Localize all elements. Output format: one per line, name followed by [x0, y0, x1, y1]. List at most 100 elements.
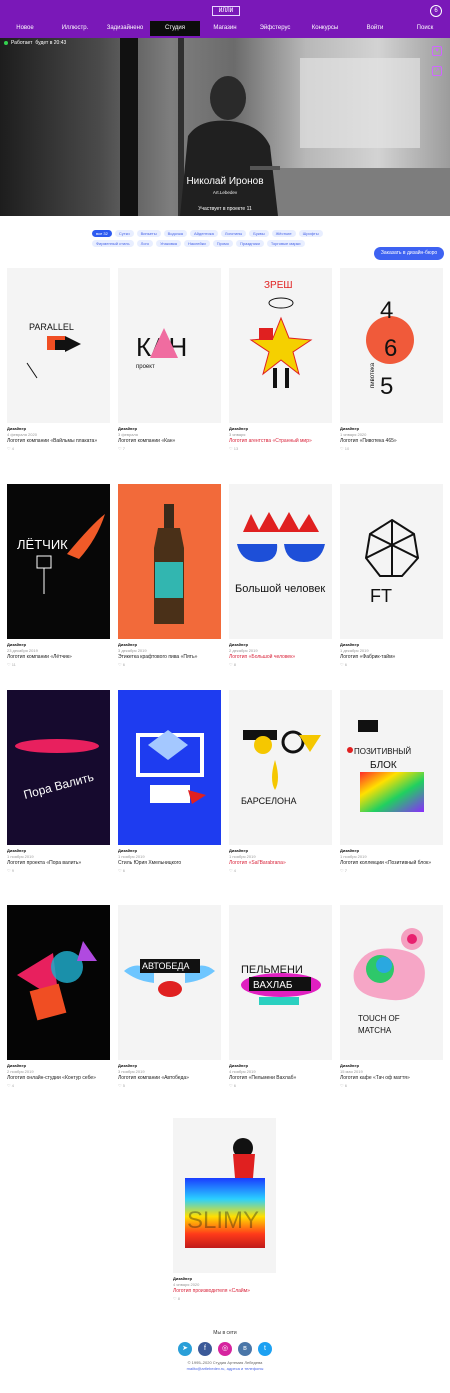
nav-login[interactable]: Войти — [350, 21, 400, 36]
portfolio-card[interactable]: Пора Валить Дизайнер 1 ноября 2019 Логот… — [7, 690, 110, 873]
portfolio-card[interactable]: ЛЁТЧИК Дизайнер 23 декабря 2019 Логотип … — [7, 484, 110, 667]
heart-icon[interactable]: ♡ — [173, 1296, 177, 1301]
tag-item[interactable]: Сутки — [114, 230, 134, 237]
card-image: FT — [340, 484, 443, 639]
request-design-button[interactable]: Заказать в дизайн-бюро — [374, 247, 444, 260]
heart-icon[interactable]: ♡ — [229, 1083, 233, 1088]
card-title[interactable]: Логотип «Большой человек» — [229, 654, 332, 660]
tag-item[interactable]: Торговые марки — [266, 240, 305, 247]
nav-eifsterus[interactable]: Эйфстерус — [250, 21, 300, 36]
art-text: FT — [370, 586, 392, 606]
card-image — [7, 905, 110, 1060]
art-text: БАРСЕЛОНА — [241, 796, 297, 806]
heart-icon[interactable]: ♡ — [7, 662, 11, 667]
portfolio-card[interactable]: Дизайнер 3 декабря 2019 Этикетка крафтов… — [118, 484, 221, 667]
card-title[interactable]: Логотип онлайн-студии «Контур себе» — [7, 1075, 110, 1081]
contact-link[interactable]: mailto@artlebedev.ru, адреса и телефоны — [0, 1366, 450, 1371]
heart-icon[interactable]: ♡ — [118, 662, 122, 667]
tag-item[interactable]: Айдентика — [190, 230, 218, 237]
tag-item[interactable]: Шрифты — [298, 230, 323, 237]
portfolio-card[interactable]: АВТОБЕДА Дизайнер 3 ноября 2019 Логотип … — [118, 905, 221, 1088]
card-title[interactable]: Логотип коллекции «Позитивный блок» — [340, 860, 443, 866]
nav-new[interactable]: Новое — [0, 21, 50, 36]
card-category: Дизайнер — [229, 426, 249, 431]
card-date: 3 декабря 2019 — [118, 648, 147, 653]
portfolio-card[interactable]: TOUCH OF MATCHA Дизайнер 15 мая 2019 Лог… — [340, 905, 443, 1088]
tag-item[interactable]: Упаковка — [156, 240, 182, 247]
portfolio-card[interactable]: ПОЗИТИВНЫЙ БЛОК Дизайнер 1 ноября 2019 Л… — [340, 690, 443, 873]
tag-item[interactable]: Логотипы — [220, 230, 247, 237]
instagram-icon[interactable]: ◎ — [218, 1342, 232, 1356]
heart-icon[interactable]: ♡ — [340, 1083, 344, 1088]
card-title[interactable]: Логотип кафе «Тач оф маття» — [340, 1075, 443, 1081]
heart-icon[interactable]: ♥ — [432, 46, 442, 56]
heart-icon[interactable]: ♡ — [118, 446, 122, 451]
heart-icon[interactable]: ♡ — [118, 1083, 122, 1088]
heart-icon[interactable]: ♡ — [118, 868, 122, 873]
card-title[interactable]: Этикетка крафтового пива «Пять» — [118, 654, 221, 660]
heart-icon[interactable]: ♡ — [7, 1083, 11, 1088]
tag-all[interactable]: все 32 — [92, 230, 112, 237]
portfolio-card[interactable]: ЗРЕШ Дизайнер 3 января Логотип агентства… — [229, 268, 332, 451]
heart-icon[interactable]: ♡ — [340, 868, 344, 873]
heart-icon[interactable]: ♡ — [229, 662, 233, 667]
like-count: 8 — [177, 1296, 180, 1301]
tag-item[interactable]: Водочка — [163, 230, 188, 237]
notifications-icon[interactable]: 6 — [430, 5, 442, 17]
twitter-icon[interactable]: t — [258, 1342, 272, 1356]
nav-contests[interactable]: Конкурсы — [300, 21, 350, 36]
social-links: ➤ f ◎ в t — [0, 1342, 450, 1356]
portfolio-card[interactable]: БАРСЕЛОНА Дизайнер 1 ноября 2019 Логотип… — [229, 690, 332, 873]
status-line: Работает будет в 20:43 — [4, 40, 66, 46]
card-title[interactable]: Логотип проекта «Пора валить» — [7, 860, 110, 866]
card-title[interactable]: Логотип компании «Вайльмы плаката» — [7, 438, 110, 444]
site-logo[interactable]: ИЛЛИ — [212, 6, 240, 16]
tag-item[interactable]: Виньеты — [136, 230, 161, 237]
share-icon[interactable]: ↗ — [432, 66, 442, 76]
heart-icon[interactable]: ♡ — [7, 446, 11, 451]
card-title[interactable]: Логотип компании «Автобеда» — [118, 1075, 221, 1081]
tag-item[interactable]: Наклейки — [184, 240, 210, 247]
card-title[interactable]: Логотип компании «Лётчик» — [7, 654, 110, 660]
card-title[interactable]: Логотип «Sal'Barabrana» — [229, 860, 332, 866]
vk-icon[interactable]: в — [238, 1342, 252, 1356]
heart-icon[interactable]: ♡ — [7, 868, 11, 873]
telegram-icon[interactable]: ➤ — [178, 1342, 192, 1356]
portfolio-card[interactable]: Дизайнер 2 ноября 2019 Логотип онлайн-ст… — [7, 905, 110, 1088]
portfolio-card[interactable]: Дизайнер 1 ноября 2019 Стиль Юрия Хмельн… — [118, 690, 221, 873]
tag-item[interactable]: Праздники — [236, 240, 264, 247]
heart-icon[interactable]: ♡ — [229, 446, 233, 451]
portfolio-card[interactable]: КАН проект Дизайнер 3 февраля Логотип ко… — [118, 268, 221, 451]
card-likes: ♡ 4 — [7, 446, 110, 451]
facebook-icon[interactable]: f — [198, 1342, 212, 1356]
card-title[interactable]: Логотип «Пельмени Вахлаб» — [229, 1075, 332, 1081]
card-image: Пора Валить — [7, 690, 110, 845]
nav-illustration[interactable]: Иллюстр. — [50, 21, 100, 36]
card-title[interactable]: Стиль Юрия Хмельницкого — [118, 860, 221, 866]
tag-item[interactable]: Лого — [136, 240, 154, 247]
art-text: БЛОК — [370, 760, 397, 771]
tag-item[interactable]: Жёсткие — [271, 230, 296, 237]
card-title[interactable]: Логотип агентства «Странный мир» — [229, 438, 332, 444]
portfolio-card[interactable]: 4 6 5 пивотека Дизайнер 1 января 2020 Ло… — [340, 268, 443, 451]
portfolio-card[interactable]: SLIMY Дизайнер 4 января 2020 Логотип про… — [173, 1118, 276, 1301]
nav-studio[interactable]: Студия — [150, 21, 200, 36]
heart-icon[interactable]: ♡ — [229, 868, 233, 873]
portfolio-card[interactable]: ПЕЛЬМЕНИ ВАХЛАБ Дизайнер 4 ноября 2019 Л… — [229, 905, 332, 1088]
tag-item[interactable]: Буквы — [249, 230, 269, 237]
nav-shop[interactable]: Магазин — [200, 21, 250, 36]
card-title[interactable]: Логотип «Фабрик-тайм» — [340, 654, 443, 660]
card-title[interactable]: Логотип производителя «Слайм» — [173, 1288, 276, 1294]
like-count: 6 — [233, 1083, 236, 1088]
nav-designed[interactable]: Задизайнено — [100, 21, 150, 36]
tag-item[interactable]: Промо — [212, 240, 234, 247]
nav-search[interactable]: Поиск — [400, 21, 450, 36]
portfolio-card[interactable]: PARALLEL Дизайнер 4 февраля 2020 Логотип… — [7, 268, 110, 451]
card-title[interactable]: Логотип компании «Кан» — [118, 438, 221, 444]
portfolio-card[interactable]: FT Дизайнер 1 декабря 2019 Логотип «Фабр… — [340, 484, 443, 667]
heart-icon[interactable]: ♡ — [340, 662, 344, 667]
heart-icon[interactable]: ♡ — [340, 446, 344, 451]
portfolio-card[interactable]: Большой человек Дизайнер 2 декабря 2019 … — [229, 484, 332, 667]
tag-item[interactable]: Фирменный стиль — [92, 240, 134, 247]
card-title[interactable]: Логотип «Пивотека 465» — [340, 438, 443, 444]
